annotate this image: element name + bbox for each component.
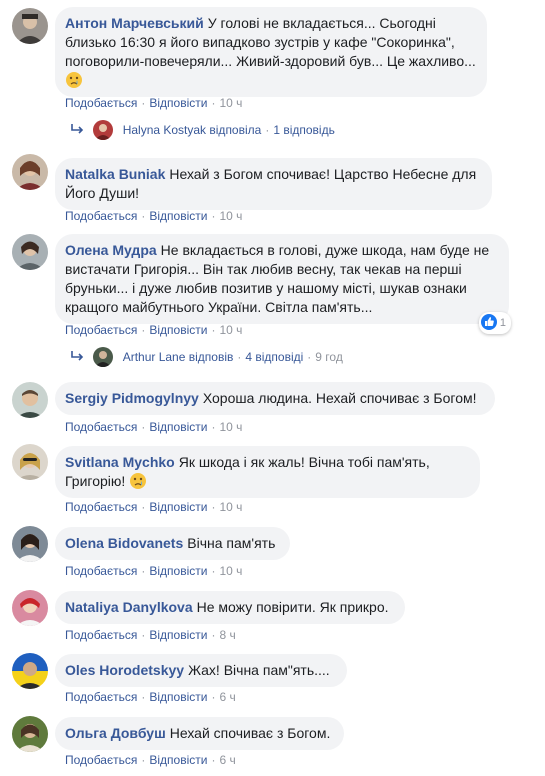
comment-actions: Подобається · Відповісти · 10 ч bbox=[65, 209, 243, 223]
comment-actions: Подобається · Відповісти · 10 ч bbox=[65, 500, 243, 514]
reply-link[interactable]: Відповісти bbox=[149, 500, 207, 514]
like-link[interactable]: Подобається bbox=[65, 628, 137, 642]
like-link[interactable]: Подобається bbox=[65, 323, 137, 337]
comment-time[interactable]: 10 ч bbox=[219, 420, 242, 434]
comment-time[interactable]: 10 ч bbox=[219, 564, 242, 578]
comment-time[interactable]: 10 ч bbox=[219, 323, 242, 337]
like-link[interactable]: Подобається bbox=[65, 564, 137, 578]
reply-count[interactable]: 1 відповідь bbox=[273, 123, 335, 137]
reply-arrow-icon bbox=[70, 350, 84, 365]
avatar bbox=[93, 120, 114, 140]
like-link[interactable]: Подобається bbox=[65, 690, 137, 704]
comment-text: Жах! Вічна пам"ять.... bbox=[188, 662, 330, 678]
reaction-number: 1 bbox=[499, 317, 506, 329]
reply-time[interactable]: 9 год bbox=[315, 350, 343, 364]
avatar[interactable] bbox=[12, 444, 48, 480]
like-link[interactable]: Подобається bbox=[65, 209, 137, 223]
comment-bubble: Sergiy Pidmogylnyy Хороша людина. Нехай с… bbox=[55, 382, 495, 415]
comment-actions: Подобається · Відповісти · 10 ч bbox=[65, 323, 243, 337]
like-link[interactable]: Подобається bbox=[65, 753, 137, 767]
comment-author[interactable]: Nataliya Danylkova bbox=[65, 599, 193, 615]
comment-author[interactable]: Ольга Довбуш bbox=[65, 725, 166, 741]
comment-author[interactable]: Olena Bidovanets bbox=[65, 535, 183, 551]
reply-count[interactable]: 4 відповіді bbox=[245, 350, 303, 364]
comment-bubble: Natalka Buniak Нехай з Богом спочиває! Ца… bbox=[55, 158, 492, 210]
reply-link[interactable]: Відповісти bbox=[149, 420, 207, 434]
comment-bubble: Nataliya Danylkova Не можу повірити. Як п… bbox=[55, 591, 405, 624]
like-link[interactable]: Подобається bbox=[65, 96, 137, 110]
replies-preview[interactable]: Arthur Lane відповів · 4 відповіді · 9 год bbox=[70, 347, 343, 367]
comment-time[interactable]: 6 ч bbox=[219, 690, 235, 704]
reply-link[interactable]: Відповісти bbox=[149, 323, 207, 337]
avatar[interactable] bbox=[12, 590, 48, 626]
comment-actions: Подобається · Відповісти · 8 ч bbox=[65, 628, 236, 642]
comment-time[interactable]: 8 ч bbox=[219, 628, 235, 642]
avatar[interactable] bbox=[12, 382, 48, 418]
like-link[interactable]: Подобається bbox=[65, 500, 137, 514]
avatar bbox=[93, 347, 114, 367]
comment-author[interactable]: Антон Марчевський bbox=[65, 15, 204, 31]
reply-author-line[interactable]: Arthur Lane відповів bbox=[123, 350, 234, 364]
avatar[interactable] bbox=[12, 716, 48, 752]
comment-text: Хороша людина. Нехай спочиває з Богом! bbox=[202, 390, 477, 406]
comment-author[interactable]: Natalka Buniak bbox=[65, 166, 165, 182]
comment-author[interactable]: Sergiy Pidmogylnyy bbox=[65, 390, 199, 406]
reply-link[interactable]: Відповісти bbox=[149, 753, 207, 767]
reply-link[interactable]: Відповісти bbox=[149, 209, 207, 223]
comment-text: Нехай спочиває з Богом. bbox=[169, 725, 331, 741]
reply-arrow-icon bbox=[70, 123, 84, 138]
comment-time[interactable]: 10 ч bbox=[219, 209, 242, 223]
reply-link[interactable]: Відповісти bbox=[149, 96, 207, 110]
like-icon bbox=[480, 314, 497, 331]
comment-bubble: Олена Мудра Не вкладається в голові, дуже… bbox=[55, 234, 509, 324]
comment-time[interactable]: 10 ч bbox=[219, 96, 242, 110]
comment-time[interactable]: 6 ч bbox=[219, 753, 235, 767]
crying-face-emoji bbox=[65, 71, 83, 89]
sad-face-emoji bbox=[129, 472, 147, 490]
comment-bubble: Oles Horodetskyy Жах! Вічна пам"ять.... bbox=[55, 654, 347, 687]
reply-link[interactable]: Відповісти bbox=[149, 564, 207, 578]
comment-bubble: Olena Bidovanets Вічна пам'ять bbox=[55, 527, 290, 560]
avatar[interactable] bbox=[12, 526, 48, 562]
comment-text: Не можу повірити. Як прикро. bbox=[196, 599, 389, 615]
avatar[interactable] bbox=[12, 154, 48, 190]
comment-bubble: Svitlana Mychko Як шкода і як жаль! Вічна… bbox=[55, 446, 480, 498]
avatar[interactable] bbox=[12, 8, 48, 44]
comment-author[interactable]: Олена Мудра bbox=[65, 242, 157, 258]
comment-actions: Подобається · Відповісти · 6 ч bbox=[65, 690, 236, 704]
comment-author[interactable]: Svitlana Mychko bbox=[65, 454, 175, 470]
like-link[interactable]: Подобається bbox=[65, 420, 137, 434]
replies-preview[interactable]: Halyna Kostyak відповіла · 1 відповідь bbox=[70, 120, 335, 140]
avatar[interactable] bbox=[12, 653, 48, 689]
comment-actions: Подобається · Відповісти · 6 ч bbox=[65, 753, 236, 767]
reply-link[interactable]: Відповісти bbox=[149, 690, 207, 704]
reply-link[interactable]: Відповісти bbox=[149, 628, 207, 642]
comment-author[interactable]: Oles Horodetskyy bbox=[65, 662, 184, 678]
comment-actions: Подобається · Відповісти · 10 ч bbox=[65, 564, 243, 578]
comment-bubble: Антон Марчевський У голові не вкладається… bbox=[55, 7, 487, 97]
comment-actions: Подобається · Відповісти · 10 ч bbox=[65, 420, 243, 434]
comment-actions: Подобається · Відповісти · 10 ч bbox=[65, 96, 243, 110]
comment-text: Вічна пам'ять bbox=[187, 535, 276, 551]
reaction-count[interactable]: 1 bbox=[478, 312, 511, 334]
comment-bubble: Ольга Довбуш Нехай спочиває з Богом. bbox=[55, 717, 344, 750]
reply-author-line[interactable]: Halyna Kostyak відповіла bbox=[123, 123, 262, 137]
avatar[interactable] bbox=[12, 234, 48, 270]
comment-time[interactable]: 10 ч bbox=[219, 500, 242, 514]
